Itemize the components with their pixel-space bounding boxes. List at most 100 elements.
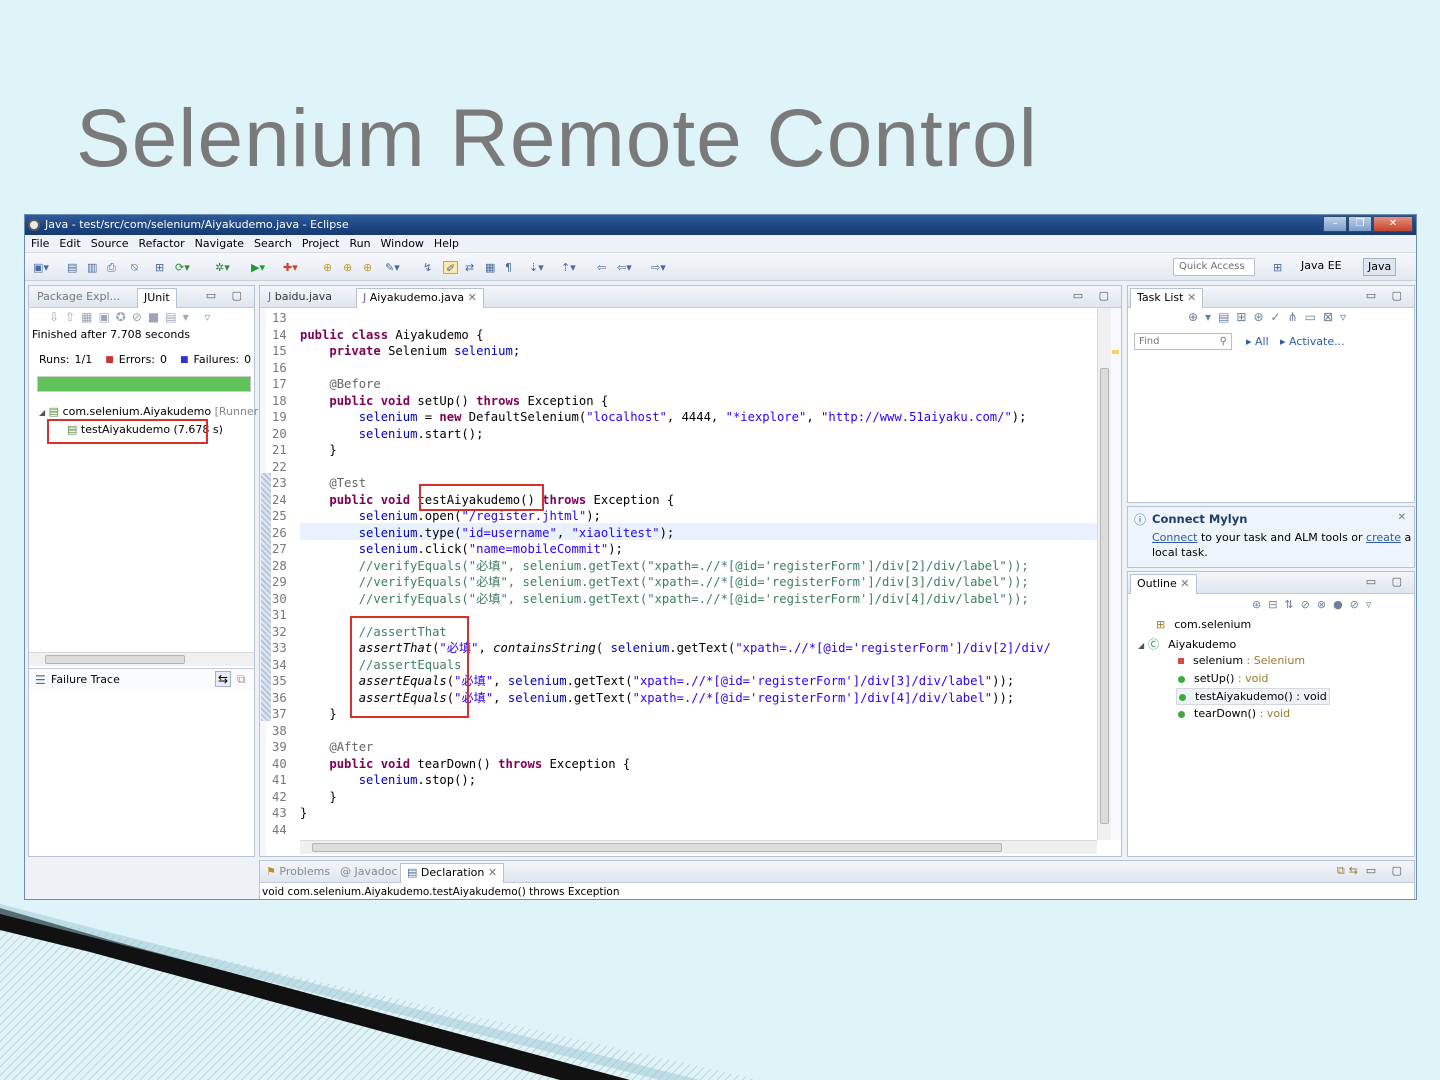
close-button[interactable]: ✕ — [1373, 216, 1413, 232]
code-line[interactable] — [300, 723, 1098, 740]
new-class-icon[interactable]: ⊕ — [343, 261, 352, 274]
mylyn-connect-link[interactable]: Connect — [1152, 531, 1197, 544]
code-line[interactable] — [300, 822, 1098, 839]
open-perspective-icon[interactable]: ⊞ — [1273, 261, 1282, 274]
code-line[interactable]: public void tearDown() throws Exception … — [300, 756, 1098, 773]
filter-stack-icon[interactable]: ⇆ — [215, 671, 232, 687]
tree-root[interactable]: ◢ ▤ com.selenium.Aiyakudemo [Runner: J — [39, 405, 269, 418]
tab-aiyakudemo-java[interactable]: J Aiyakudemo.java ✕ — [356, 288, 484, 308]
perspective-java-ee[interactable]: Java EE — [1297, 258, 1346, 276]
tab-declaration[interactable]: ▤ Declaration ✕ — [400, 863, 505, 883]
save-icon[interactable]: ▤ — [67, 261, 77, 274]
menu-help[interactable]: Help — [430, 237, 463, 250]
maximize-button[interactable]: ❐ — [1348, 216, 1372, 232]
menu-refactor[interactable]: Refactor — [135, 237, 189, 250]
editor-hscroll-thumb[interactable] — [312, 843, 1002, 852]
code-area[interactable]: public class Aiyakudemo { private Seleni… — [300, 310, 1098, 840]
task-list-minmax-icon[interactable]: ▭ ▢ — [1366, 289, 1408, 302]
forward-icon[interactable]: ⇨▾ — [651, 261, 666, 274]
open-type-icon[interactable]: ⊕ — [363, 261, 372, 274]
back-icon[interactable]: ⇦ — [597, 261, 606, 274]
tab-javadoc[interactable]: @ Javadoc — [334, 863, 404, 883]
menu-search[interactable]: Search — [250, 237, 296, 250]
mylyn-close-icon[interactable]: ✕ — [1398, 512, 1406, 523]
menu-project[interactable]: Project — [298, 237, 344, 250]
editor-minmax-icon[interactable]: ▭ ▢ — [1073, 289, 1115, 302]
save-all-icon[interactable]: ▥ — [87, 261, 97, 274]
expand-icon[interactable]: ◢ — [39, 408, 45, 417]
task-all-link[interactable]: ▸ All — [1246, 335, 1269, 348]
link-editor-icon[interactable]: ⧉⇆ — [1337, 864, 1362, 878]
next-edit-icon[interactable]: ⇣▾ — [529, 261, 544, 274]
prev-edit-icon[interactable]: ⇡▾ — [561, 261, 576, 274]
code-line[interactable]: public class Aiyakudemo { — [300, 327, 1098, 344]
quick-access-input[interactable]: Quick Access — [1173, 258, 1255, 276]
mylyn-create-link[interactable]: create — [1366, 531, 1401, 544]
search-icon[interactable]: ✎▾ — [385, 261, 400, 274]
print-icon[interactable]: ⎙ — [107, 261, 116, 274]
next-annotation-icon[interactable]: ↯ — [423, 261, 432, 274]
new-package-icon[interactable]: ⊕ — [323, 261, 332, 274]
refresh-icon[interactable]: ⟳▾ — [175, 261, 190, 274]
outline-package[interactable]: ⊞ com.selenium — [1156, 618, 1251, 631]
new-server-icon[interactable]: ⊞ — [155, 261, 164, 274]
tab-problems[interactable]: ⚑ Problems — [260, 863, 336, 883]
code-line[interactable]: selenium.start(); — [300, 426, 1098, 443]
editor-vscroll[interactable] — [1097, 308, 1111, 840]
tab-package-explorer[interactable]: Package Expl... — [31, 288, 126, 308]
show-source-icon[interactable]: ¶ — [505, 261, 512, 274]
code-line[interactable]: selenium = new DefaultSelenium("localhos… — [300, 409, 1098, 426]
code-line[interactable] — [300, 360, 1098, 377]
code-line[interactable] — [300, 459, 1098, 476]
debug-icon[interactable]: ✲▾ — [215, 261, 230, 274]
run-icon[interactable]: ▶▾ — [251, 261, 265, 274]
toggle-mark-icon[interactable]: ✐ — [443, 261, 459, 275]
task-activate-link[interactable]: ▸ Activate... — [1280, 335, 1345, 348]
tab-junit[interactable]: JUnit — [137, 288, 177, 308]
editor-hscroll[interactable] — [300, 840, 1097, 854]
code-line[interactable]: @Before — [300, 376, 1098, 393]
junit-minmax-icon[interactable]: ▭ ▢ — [206, 289, 248, 302]
outline-minmax-icon[interactable]: ▭ ▢ — [1366, 575, 1408, 588]
code-line[interactable]: //verifyEquals("必填", selenium.getText("x… — [300, 558, 1098, 575]
menu-run[interactable]: Run — [345, 237, 374, 250]
block-selection-icon[interactable]: ▦ — [485, 261, 495, 274]
code-line[interactable]: } — [300, 789, 1098, 806]
code-line[interactable]: //verifyEquals("必填", selenium.getText("x… — [300, 574, 1098, 591]
outline-class[interactable]: ◢ Ⓒ Aiyakudemo — [1138, 636, 1236, 652]
junit-hscroll-thumb[interactable] — [45, 655, 185, 664]
editor-vscroll-thumb[interactable] — [1100, 368, 1109, 824]
perspective-java[interactable]: Java — [1363, 258, 1397, 276]
code-line[interactable]: private Selenium selenium; — [300, 343, 1098, 360]
code-line[interactable]: } — [300, 442, 1098, 459]
junit-hscroll[interactable] — [29, 652, 254, 666]
show-whitespace-icon[interactable]: ⇄ — [465, 261, 474, 274]
back-history-icon[interactable]: ⇦▾ — [617, 261, 632, 274]
code-line[interactable]: } — [300, 805, 1098, 822]
menu-window[interactable]: Window — [377, 237, 428, 250]
outline-method-test[interactable]: testAiyakudemo() : void — [1176, 688, 1330, 705]
compare-icon[interactable]: ⧉ — [237, 672, 246, 687]
menu-edit[interactable]: Edit — [55, 237, 84, 250]
new-icon[interactable]: ▣▾ — [33, 261, 49, 274]
outline-toolbar-icons[interactable]: ⊛⊟⇅⊘⊗●⊘▿ — [1252, 598, 1378, 611]
bottom-minmax-icon[interactable]: ▭ ▢ — [1366, 864, 1408, 877]
code-line[interactable]: //verifyEquals("必填", selenium.getText("x… — [300, 591, 1098, 608]
skip-breakpoints-icon[interactable]: ⍉ — [131, 261, 138, 274]
minimize-button[interactable]: – — [1323, 216, 1347, 232]
code-line[interactable]: selenium.stop(); — [300, 772, 1098, 789]
code-line[interactable] — [300, 310, 1098, 327]
outline-method-setup[interactable]: setUp() : void — [1178, 672, 1268, 685]
external-tools-icon[interactable]: ✚▾ — [283, 261, 298, 274]
task-list-toolbar-icons[interactable]: ⊕▾▤⊞⊛✓⋔▭⊠▿ — [1188, 310, 1353, 324]
code-line[interactable]: public void setUp() throws Exception { — [300, 393, 1098, 410]
code-line[interactable]: selenium.click("name=mobileCommit"); — [300, 541, 1098, 558]
menu-source[interactable]: Source — [87, 237, 133, 250]
outline-method-teardown[interactable]: tearDown() : void — [1178, 707, 1290, 720]
code-line[interactable]: selenium.type("id=username", "xiaolitest… — [300, 525, 1098, 542]
outline-field-selenium[interactable]: selenium : Selenium — [1178, 654, 1305, 667]
menu-file[interactable]: File — [27, 237, 53, 250]
tab-baidu-java[interactable]: J baidu.java — [262, 288, 338, 308]
code-line[interactable]: @After — [300, 739, 1098, 756]
menu-navigate[interactable]: Navigate — [191, 237, 248, 250]
